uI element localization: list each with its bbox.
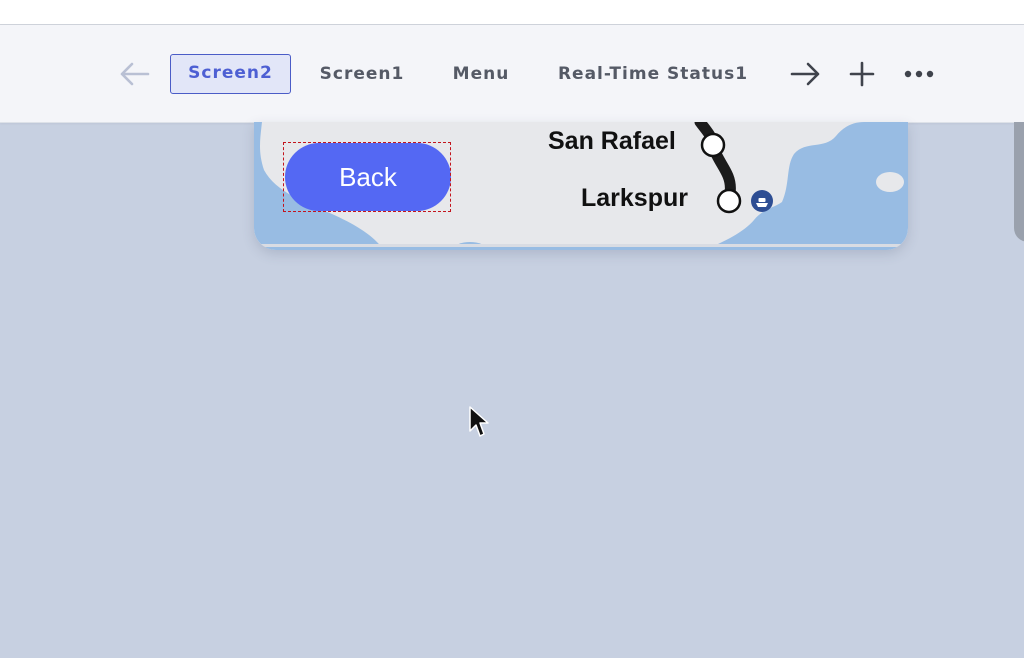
tab-screen1[interactable]: Screen1 — [310, 54, 414, 94]
more-options-button[interactable] — [898, 58, 940, 90]
tab-menu[interactable]: Menu — [442, 54, 520, 94]
more-horizontal-icon — [904, 70, 934, 78]
screen-preview-card: San Rafael Larkspur Back — [254, 122, 908, 250]
tab-screen2[interactable]: Screen2 — [170, 54, 291, 94]
add-screen-button[interactable] — [842, 58, 882, 90]
arrow-left-icon — [120, 62, 150, 86]
window-top-strip — [0, 0, 1024, 25]
tab-real-time-status1[interactable]: Real-Time Status1 — [548, 54, 758, 94]
mouse-cursor-icon — [469, 406, 489, 437]
screen-toolbar: Screen2 Screen1 Menu Real-Time Status1 — [0, 25, 1024, 123]
adjacent-screen-card-edge — [1014, 122, 1024, 242]
arrow-right-icon — [790, 62, 820, 86]
station-label-san-rafael: San Rafael — [548, 127, 676, 155]
station-label-larkspur: Larkspur — [581, 184, 688, 212]
back-navigation-button[interactable] — [112, 58, 156, 90]
forward-navigation-button[interactable] — [784, 58, 828, 90]
plus-icon — [849, 61, 875, 87]
ferry-icon — [751, 190, 773, 212]
back-button[interactable]: Back — [285, 143, 451, 211]
